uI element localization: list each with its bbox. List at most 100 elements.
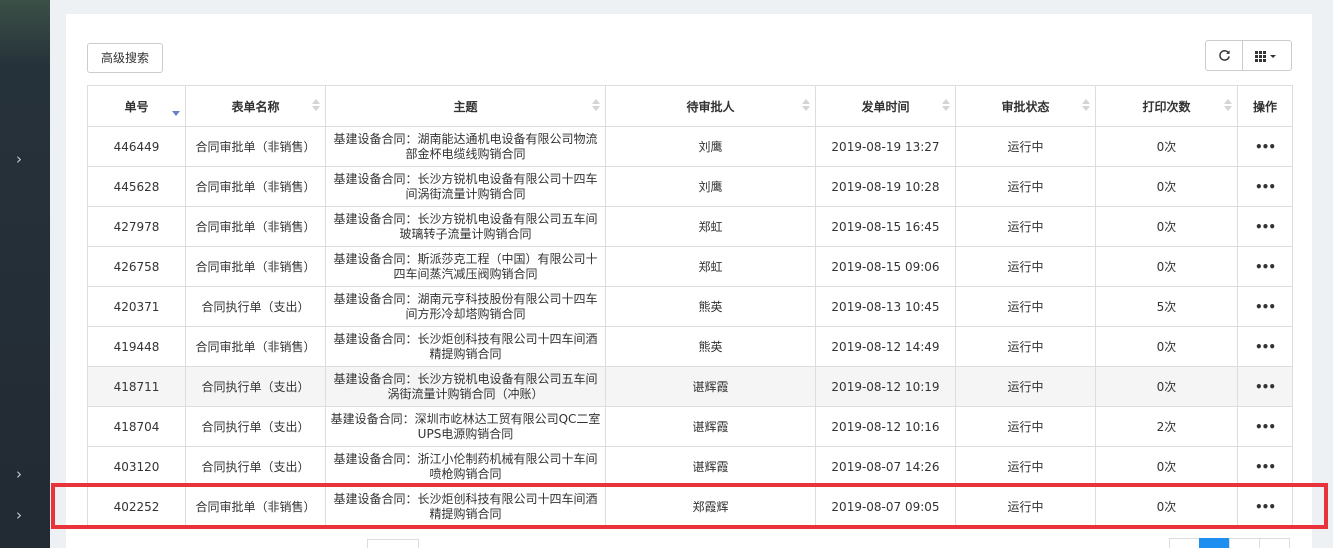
cell-form-name: 合同执行单（支出）	[185, 286, 326, 327]
cell-approver: 刘鹰	[605, 166, 816, 207]
cell-form-name: 合同审批单（非销售）	[185, 326, 326, 367]
chevron-right-icon[interactable]: ›	[0, 150, 38, 168]
cell-print-count: 0次	[1095, 446, 1238, 487]
cell-send-time: 2019-08-13 10:45	[815, 286, 956, 327]
cell-subject: 基建设备合同：湖南元亨科技股份有限公司十四车间方形冷却塔购销合同	[325, 286, 606, 327]
sidebar: › › ›	[0, 0, 50, 548]
cell-form-name: 合同执行单（支出）	[185, 446, 326, 487]
cell-approver: 熊英	[605, 286, 816, 327]
more-actions-button[interactable]: •••	[1237, 126, 1293, 167]
cell-status: 运行中	[955, 326, 1096, 367]
cell-send-time: 2019-08-15 09:06	[815, 246, 956, 287]
more-actions-button[interactable]: •••	[1237, 446, 1293, 487]
table-row[interactable]: 427978 合同审批单（非销售） 基建设备合同：长沙方锐机电设备有限公司五车间…	[87, 206, 1293, 247]
cell-send-time: 2019-08-12 10:16	[815, 406, 956, 447]
cell-form-name: 合同执行单（支出）	[185, 366, 326, 407]
more-actions-button[interactable]: •••	[1237, 206, 1293, 247]
header-id[interactable]: 单号	[87, 85, 186, 127]
table-row[interactable]: 419448 合同审批单（非销售） 基建设备合同：长沙炬创科技有限公司十四车间酒…	[87, 326, 1293, 367]
cell-send-time: 2019-08-12 10:19	[815, 366, 956, 407]
cell-print-count: 0次	[1095, 166, 1238, 207]
approval-table: 单号 表单名称 主题 待审批人 发单时间 审批状态 打印次数 操作 446449…	[87, 85, 1293, 527]
advanced-search-button[interactable]: 高级搜索	[87, 43, 163, 73]
cell-approver: 郑虹	[605, 206, 816, 247]
cell-send-time: 2019-08-15 16:45	[815, 206, 956, 247]
sort-icon	[1224, 99, 1232, 113]
header-status[interactable]: 审批状态	[955, 85, 1096, 127]
more-actions-button[interactable]: •••	[1237, 326, 1293, 367]
header-actions: 操作	[1237, 85, 1293, 127]
cell-approver: 谌辉霞	[605, 366, 816, 407]
cell-subject: 基建设备合同：长沙炬创科技有限公司十四车间酒精提购销合同	[325, 326, 606, 367]
cell-subject: 基建设备合同：湖南能达通机电设备有限公司物流部金杯电缆线购销合同	[325, 126, 606, 167]
sort-icon	[312, 99, 320, 113]
pagination-page[interactable]	[1229, 538, 1260, 548]
cell-id: 420371	[87, 286, 186, 327]
pagination-page-current[interactable]	[1199, 538, 1230, 548]
cell-form-name: 合同审批单（非销售）	[185, 206, 326, 247]
sort-icon	[942, 99, 950, 113]
table-row[interactable]: 418704 合同执行单（支出） 基建设备合同：深圳市屹林达工贸有限公司QC二室…	[87, 406, 1293, 447]
cell-print-count: 2次	[1095, 406, 1238, 447]
cell-send-time: 2019-08-07 14:26	[815, 446, 956, 487]
header-send-time[interactable]: 发单时间	[815, 85, 956, 127]
more-actions-button[interactable]: •••	[1237, 166, 1293, 207]
table-header-row: 单号 表单名称 主题 待审批人 发单时间 审批状态 打印次数 操作	[87, 85, 1293, 127]
table-row[interactable]: 403120 合同执行单（支出） 基建设备合同：浙江小伦制药机械有限公司十车间喷…	[87, 446, 1293, 487]
cell-id: 446449	[87, 126, 186, 167]
page-size-select[interactable]	[367, 539, 419, 548]
grid-columns-icon	[1255, 50, 1276, 62]
cell-print-count: 0次	[1095, 246, 1238, 287]
cell-status: 运行中	[955, 286, 1096, 327]
cell-subject: 基建设备合同：长沙方锐机电设备有限公司五车间涡街流量计购销合同（冲账）	[325, 366, 606, 407]
cell-form-name: 合同审批单（非销售）	[185, 126, 326, 167]
cell-send-time: 2019-08-12 14:49	[815, 326, 956, 367]
more-actions-button[interactable]: •••	[1237, 366, 1293, 407]
columns-button[interactable]	[1243, 41, 1291, 70]
table-toolbar	[1205, 40, 1292, 71]
cell-print-count: 0次	[1095, 326, 1238, 367]
cell-id: 426758	[87, 246, 186, 287]
pagination-next[interactable]	[1259, 538, 1290, 548]
refresh-button[interactable]	[1206, 41, 1243, 70]
header-form-name[interactable]: 表单名称	[185, 85, 326, 127]
table-row[interactable]: 418711 合同执行单（支出） 基建设备合同：长沙方锐机电设备有限公司五车间涡…	[87, 366, 1293, 407]
cell-id: 418704	[87, 406, 186, 447]
cell-send-time: 2019-08-19 13:27	[815, 126, 956, 167]
cell-print-count: 0次	[1095, 366, 1238, 407]
highlight-box	[51, 483, 1328, 529]
cell-id: 445628	[87, 166, 186, 207]
more-actions-button[interactable]: •••	[1237, 246, 1293, 287]
cell-form-name: 合同执行单（支出）	[185, 406, 326, 447]
cell-id: 418711	[87, 366, 186, 407]
cell-status: 运行中	[955, 126, 1096, 167]
table-row[interactable]: 446449 合同审批单（非销售） 基建设备合同：湖南能达通机电设备有限公司物流…	[87, 126, 1293, 167]
pagination-prev[interactable]	[1169, 538, 1200, 548]
more-actions-button[interactable]: •••	[1237, 406, 1293, 447]
chevron-right-icon[interactable]: ›	[0, 506, 38, 524]
table-row[interactable]: 445628 合同审批单（非销售） 基建设备合同：长沙方锐机电设备有限公司十四车…	[87, 166, 1293, 207]
cell-print-count: 0次	[1095, 206, 1238, 247]
sort-desc-icon	[172, 99, 180, 116]
table-row[interactable]: 426758 合同审批单（非销售） 基建设备合同：斯派莎克工程（中国）有限公司十…	[87, 246, 1293, 287]
refresh-icon	[1218, 50, 1230, 61]
sort-icon	[592, 99, 600, 113]
cell-approver: 熊英	[605, 326, 816, 367]
header-approver[interactable]: 待审批人	[605, 85, 816, 127]
cell-approver: 刘鹰	[605, 126, 816, 167]
chevron-right-icon[interactable]: ›	[0, 465, 38, 483]
cell-send-time: 2019-08-19 10:28	[815, 166, 956, 207]
cell-subject: 基建设备合同：长沙方锐机电设备有限公司十四车间涡街流量计购销合同	[325, 166, 606, 207]
cell-status: 运行中	[955, 446, 1096, 487]
more-actions-button[interactable]: •••	[1237, 286, 1293, 327]
cell-id: 419448	[87, 326, 186, 367]
cell-approver: 郑虹	[605, 246, 816, 287]
cell-subject: 基建设备合同：浙江小伦制药机械有限公司十车间喷枪购销合同	[325, 446, 606, 487]
cell-print-count: 5次	[1095, 286, 1238, 327]
header-print-count[interactable]: 打印次数	[1095, 85, 1238, 127]
cell-approver: 谌辉霞	[605, 446, 816, 487]
cell-print-count: 0次	[1095, 126, 1238, 167]
cell-id: 427978	[87, 206, 186, 247]
header-subject[interactable]: 主题	[325, 85, 606, 127]
table-row[interactable]: 420371 合同执行单（支出） 基建设备合同：湖南元亨科技股份有限公司十四车间…	[87, 286, 1293, 327]
